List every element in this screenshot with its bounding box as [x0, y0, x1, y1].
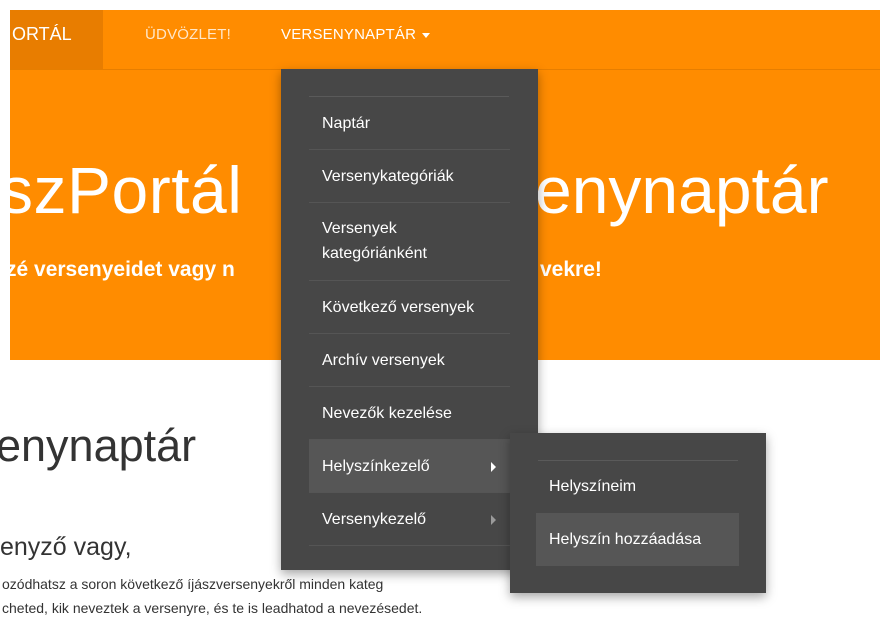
- submenu-item-helyszin-hozzaadasa[interactable]: Helyszín hozzáadása: [536, 513, 739, 566]
- submenu-item-label: Helyszíneim: [549, 478, 637, 495]
- menu-item-kovetkezo-versenyek[interactable]: Következő versenyek: [309, 281, 510, 334]
- menu-item-label: Következő versenyek: [322, 299, 475, 316]
- submenu-item-helyszineim[interactable]: Helyszíneim: [536, 461, 739, 513]
- menu-item-versenyek-kategoriankent[interactable]: Versenyek kategóriánként: [309, 203, 510, 281]
- menu-item-helyszinkezelo[interactable]: Helyszínkezelő: [309, 440, 510, 493]
- top-navbar: ORTÁL ÜDVÖZLET! VERSENYNAPTÁR: [10, 10, 880, 70]
- menu-item-label: Nevezők kezelése: [322, 405, 452, 422]
- caret-down-icon: [422, 32, 431, 38]
- hero-title-right: enynaptár: [535, 153, 829, 227]
- menu-item-versenykategoriak[interactable]: Versenykategóriák: [309, 150, 510, 203]
- page-title: enynaptár: [0, 420, 197, 471]
- menu-item-label: Versenykategóriák: [322, 168, 454, 185]
- chevron-right-icon: [491, 515, 496, 525]
- menu-item-label: Versenykezelő: [322, 511, 427, 528]
- menu-item-versenykezelo[interactable]: Versenykezelő: [309, 493, 510, 546]
- nav-calendar-label: VERSENYNAPTÁR: [281, 26, 417, 43]
- menu-item-label: Archív versenyek: [322, 352, 445, 369]
- menu-item-label: Helyszínkezelő: [322, 458, 430, 475]
- intro-text-line-1: ozódhatsz a soron következő íjászverseny…: [2, 576, 384, 592]
- calendar-dropdown-menu: Naptár Versenykategóriák Versenyek kateg…: [281, 69, 538, 570]
- brand-link[interactable]: ORTÁL: [10, 10, 103, 69]
- hero-subtitle-left: zé versenyeidet vagy n: [10, 258, 235, 281]
- hero-subtitle-right: vekre!: [540, 258, 602, 281]
- menu-item-label-line-2: kategóriánként: [322, 245, 427, 262]
- intro-text-line-2: cheted, kik neveztek a versenyre, és te …: [2, 600, 423, 616]
- submenu-item-label: Helyszín hozzáadása: [549, 531, 702, 548]
- greeting-heading: enyző vagy,: [0, 533, 132, 561]
- menu-item-archiv-versenyek[interactable]: Archív versenyek: [309, 334, 510, 387]
- helyszinkezelo-submenu: Helyszíneim Helyszín hozzáadása: [510, 433, 766, 593]
- chevron-right-icon: [491, 462, 496, 472]
- menu-item-nevezok-kezelese[interactable]: Nevezők kezelése: [309, 387, 510, 440]
- menu-item-naptar[interactable]: Naptár: [309, 97, 510, 150]
- hero-title-left: szPortál: [10, 153, 243, 227]
- menu-item-label-line-1: Versenyek: [322, 220, 397, 237]
- nav-welcome-link[interactable]: ÜDVÖZLET!: [145, 10, 231, 69]
- nav-calendar-dropdown-toggle[interactable]: VERSENYNAPTÁR: [281, 10, 431, 69]
- menu-item-label: Naptár: [322, 115, 371, 132]
